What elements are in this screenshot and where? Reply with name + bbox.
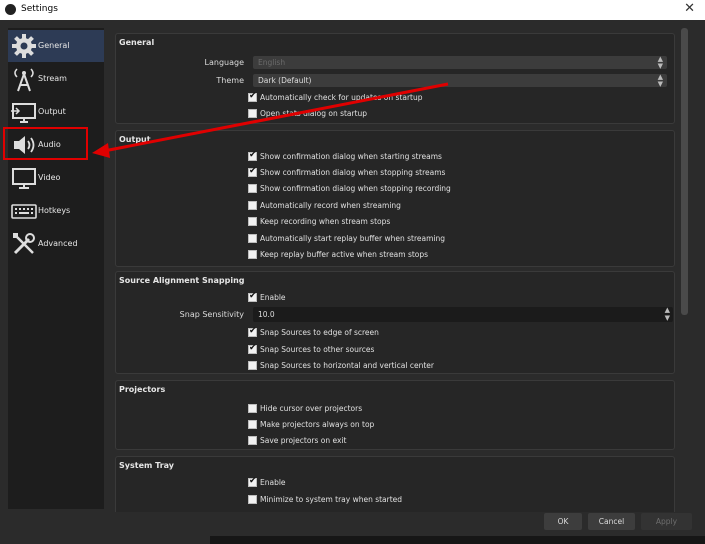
keyboard-icon	[11, 204, 37, 219]
sidebar-item-label: Video	[38, 173, 61, 182]
title-bar: Settings ✕	[0, 0, 705, 20]
theme-select[interactable]: Dark (Default) ▲ ▼	[253, 74, 667, 87]
checkbox-label: Enable	[260, 293, 286, 302]
checkmark-icon: ✔	[249, 343, 257, 353]
checkbox-label: Show confirmation dialog when stopping r…	[260, 184, 451, 193]
checkbox-label: Snap Sources to other sources	[260, 345, 375, 354]
sidebar-item-hotkeys[interactable]: Hotkeys	[8, 195, 104, 227]
close-button[interactable]: ✕	[684, 1, 695, 16]
checkbox-box[interactable]: ✔	[248, 326, 257, 337]
theme-label: Theme	[216, 76, 244, 85]
sidebar-item-general[interactable]: General	[8, 30, 104, 62]
checkmark-icon: ✔	[249, 91, 257, 101]
checkmark-icon: ✔	[249, 166, 257, 176]
checkbox-label: Show confirmation dialog when stopping s…	[260, 168, 446, 177]
group-snapping: Source Alignment Snapping ✔ Enable Snap …	[115, 271, 675, 374]
checkbox-box[interactable]	[248, 361, 257, 370]
updown-arrows-icon: ▲ ▼	[657, 73, 663, 88]
antenna-icon	[14, 68, 34, 92]
checkbox-label: Automatically check for updates on start…	[260, 93, 423, 102]
group-output: Output ✔ Show confirmation dialog when s…	[115, 130, 675, 267]
sidebar-item-label: Advanced	[38, 239, 78, 248]
monitor-icon	[12, 168, 36, 189]
checkbox-box[interactable]	[248, 495, 257, 504]
group-projectors: Projectors Hide cursor over projectors M…	[115, 380, 675, 450]
obs-logo-icon	[5, 4, 16, 15]
group-general: General Language English ▲ ▼ Theme Dark (…	[115, 33, 675, 124]
checkmark-icon: ✔	[249, 291, 257, 301]
group-title: System Tray	[119, 461, 174, 470]
checkbox-label: Minimize to system tray when started	[260, 495, 403, 504]
background-app-strip	[210, 536, 705, 544]
sidebar-item-stream[interactable]: Stream	[8, 63, 104, 95]
checkbox-box[interactable]	[248, 420, 257, 429]
language-label: Language	[204, 58, 244, 67]
apply-button[interactable]: Apply	[641, 513, 692, 530]
checkbox-box[interactable]: ✔	[248, 343, 257, 354]
group-title: Output	[119, 135, 151, 144]
checkbox-box[interactable]: ✔	[248, 291, 257, 302]
group-title: Source Alignment Snapping	[119, 276, 245, 285]
checkbox-box[interactable]: ✔	[248, 476, 257, 487]
theme-value: Dark (Default)	[258, 76, 312, 85]
sidebar-item-video[interactable]: Video	[8, 162, 104, 194]
checkbox-box[interactable]	[248, 184, 257, 193]
checkbox-label: Keep recording when stream stops	[260, 217, 391, 226]
checkbox-label: Make projectors always on top	[260, 420, 375, 429]
gear-icon	[12, 34, 36, 58]
checkbox-box[interactable]	[248, 201, 257, 210]
checkbox-label: Open stats dialog on startup	[260, 109, 368, 118]
settings-sidebar: General Stream Output Audio Video Hotkey…	[8, 28, 104, 509]
settings-content: General Language English ▲ ▼ Theme Dark (…	[111, 28, 677, 512]
scrollbar-thumb[interactable]	[681, 28, 688, 315]
sidebar-item-label: Stream	[38, 74, 67, 83]
snap-sensitivity-value: 10.0	[258, 310, 275, 319]
sidebar-item-label: Output	[38, 107, 66, 116]
checkbox-label: Show confirmation dialog when starting s…	[260, 152, 442, 161]
sidebar-item-advanced[interactable]: Advanced	[8, 228, 104, 260]
checkbox-box[interactable]	[248, 109, 257, 118]
checkbox-box[interactable]	[248, 234, 257, 243]
checkbox-box[interactable]: ✔	[248, 150, 257, 161]
checkbox-label: Hide cursor over projectors	[260, 404, 363, 413]
language-value: English	[258, 58, 286, 67]
checkbox-label: Keep replay buffer active when stream st…	[260, 250, 429, 259]
language-select[interactable]: English ▲ ▼	[253, 56, 667, 69]
checkbox-box[interactable]: ✔	[248, 166, 257, 177]
snap-sensitivity-spinbox[interactable]: 10.0 ▲ ▼	[253, 306, 673, 322]
checkbox-label: Snap Sources to edge of screen	[260, 328, 379, 337]
group-system-tray: System Tray ✔ Enable Minimize to system …	[115, 456, 675, 512]
annotation-highlight-box	[3, 127, 88, 160]
snap-sensitivity-label: Snap Sensitivity	[179, 310, 244, 319]
sidebar-item-label: General	[38, 41, 70, 50]
checkbox-label: Save projectors on exit	[260, 436, 347, 445]
checkbox-label: Snap Sources to horizontal and vertical …	[260, 361, 434, 370]
checkbox-label: Automatically start replay buffer when s…	[260, 234, 445, 243]
checkbox-box[interactable]	[248, 436, 257, 445]
sidebar-item-label: Hotkeys	[38, 206, 71, 215]
group-title: General	[119, 38, 155, 47]
checkmark-icon: ✔	[249, 476, 257, 486]
content-scrollbar[interactable]	[680, 28, 689, 512]
checkbox-box[interactable]	[248, 404, 257, 413]
cancel-button[interactable]: Cancel	[588, 513, 635, 530]
window-title: Settings	[21, 4, 58, 14]
checkbox-label: Enable	[260, 478, 286, 487]
sidebar-item-output[interactable]: Output	[8, 96, 104, 128]
tools-icon	[13, 233, 35, 255]
checkbox-label: Automatically record when streaming	[260, 201, 401, 210]
checkbox-box[interactable]	[248, 217, 257, 226]
output-monitor-icon	[11, 103, 36, 123]
ok-button[interactable]: OK	[544, 513, 582, 530]
checkmark-icon: ✔	[249, 150, 257, 160]
updown-arrows-icon[interactable]: ▲ ▼	[665, 306, 670, 322]
checkbox-box[interactable]: ✔	[248, 91, 257, 102]
checkmark-icon: ✔	[249, 326, 257, 336]
checkbox-box[interactable]	[248, 250, 257, 259]
group-title: Projectors	[119, 385, 166, 394]
updown-arrows-icon: ▲ ▼	[657, 55, 663, 70]
